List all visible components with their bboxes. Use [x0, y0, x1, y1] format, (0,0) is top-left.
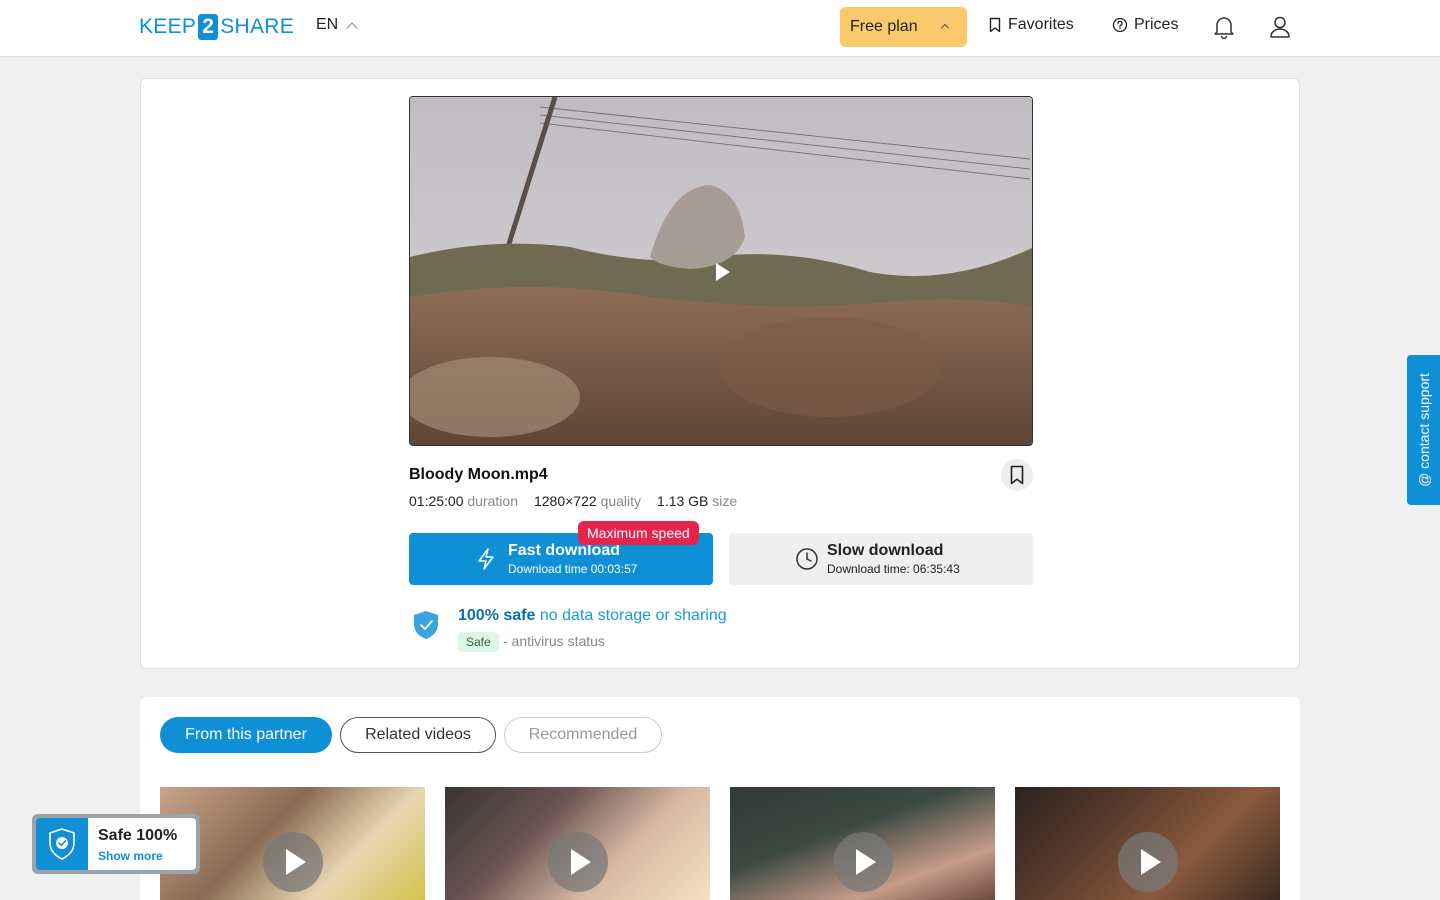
- tab-recommended[interactable]: Recommended: [504, 717, 662, 753]
- safe-widget-title: Safe 100%: [98, 827, 178, 844]
- quality-label: quality: [600, 493, 642, 509]
- plan-label: Free plan: [850, 18, 918, 35]
- safety-rest: no data storage or sharing: [539, 607, 727, 624]
- safety-strong: 100% safe: [458, 607, 536, 624]
- safe-widget-iconbox: [36, 818, 88, 870]
- chevron-up-icon: [346, 21, 358, 34]
- prices-label: Prices: [1134, 16, 1179, 33]
- file-card: Bloody Moon.mp4 01:25:00 duration 1280×7…: [140, 78, 1300, 669]
- quality-value: 1280×722: [533, 493, 597, 509]
- user-icon: [1270, 16, 1290, 38]
- video-thumbnail[interactable]: [730, 787, 995, 900]
- logo-text-right: SHARE: [220, 15, 295, 38]
- play-icon[interactable]: [548, 832, 608, 892]
- contact-support-tab[interactable]: @ contact support: [1407, 355, 1440, 505]
- tab-from-this-partner[interactable]: From this partner: [160, 717, 332, 753]
- duration-label: duration: [467, 493, 518, 509]
- shield-check-icon: [414, 611, 438, 639]
- favorites-link[interactable]: Favorites: [988, 16, 1074, 34]
- safe-widget[interactable]: Safe 100% Show more: [32, 814, 200, 874]
- chevron-up-icon: [940, 23, 950, 33]
- safe-widget-inner: Safe 100% Show more: [36, 818, 196, 870]
- bell-icon: [1214, 17, 1234, 40]
- size-value: 1.13 GB: [657, 493, 709, 509]
- bookmark-icon: [1010, 465, 1024, 485]
- slow-download-time: Download time: 06:35:43: [827, 562, 960, 576]
- duration-value: 01:25:00: [409, 493, 464, 509]
- size-meta: 1.13 GB size: [657, 493, 737, 509]
- tab-related-videos[interactable]: Related videos: [340, 717, 496, 753]
- account-button[interactable]: [1269, 15, 1291, 44]
- quality-meta: 1280×722 quality: [534, 493, 641, 509]
- maximum-speed-badge: Maximum speed: [578, 521, 699, 545]
- play-icon[interactable]: [263, 832, 323, 892]
- contact-support-label: @ contact support: [1415, 373, 1432, 487]
- favorites-label: Favorites: [1008, 16, 1074, 33]
- add-to-favorites-button[interactable]: [1001, 459, 1033, 491]
- shield-check-icon: [49, 828, 75, 860]
- play-icon[interactable]: [1118, 832, 1178, 892]
- prices-link[interactable]: Prices: [1112, 16, 1178, 34]
- size-label: size: [712, 493, 738, 509]
- antivirus-status-label: - antivirus status: [503, 633, 605, 649]
- lightning-icon: [478, 548, 494, 570]
- duration-meta: 01:25:00 duration: [409, 493, 518, 509]
- video-thumbnail[interactable]: [445, 787, 710, 900]
- bookmark-icon: [989, 17, 1001, 33]
- safety-statement: 100% safe no data storage or sharing: [458, 607, 727, 625]
- top-header: KEEP 2 SHARE EN Free plan Favorites Pric…: [0, 0, 1440, 57]
- antivirus-safe-badge: Safe: [458, 632, 499, 652]
- related-section: From this partner Related videos Recomme…: [140, 697, 1300, 900]
- play-icon[interactable]: [716, 263, 730, 281]
- play-icon[interactable]: [833, 832, 893, 892]
- logo-text-mid: 2: [198, 14, 219, 40]
- slow-download-button[interactable]: Slow download Download time: 06:35:43: [729, 533, 1033, 585]
- show-more-link[interactable]: Show more: [98, 849, 163, 863]
- help-circle-icon: [1112, 17, 1128, 33]
- clock-icon: [796, 548, 818, 570]
- file-name: Bloody Moon.mp4: [409, 466, 548, 483]
- fast-download-time: Download time 00:03:57: [508, 562, 638, 576]
- video-thumbnail[interactable]: [1015, 787, 1280, 900]
- slow-download-label: Slow download: [827, 542, 944, 559]
- language-label: EN: [316, 16, 339, 33]
- file-meta: 01:25:00 duration 1280×722 quality 1.13 …: [409, 493, 737, 509]
- logo-text-left: KEEP: [139, 15, 197, 38]
- language-selector[interactable]: EN: [316, 16, 358, 34]
- free-plan-button[interactable]: Free plan: [840, 7, 967, 47]
- keep2share-logo[interactable]: KEEP 2 SHARE: [139, 14, 294, 40]
- notifications-button[interactable]: [1213, 15, 1235, 44]
- video-preview[interactable]: [409, 96, 1033, 446]
